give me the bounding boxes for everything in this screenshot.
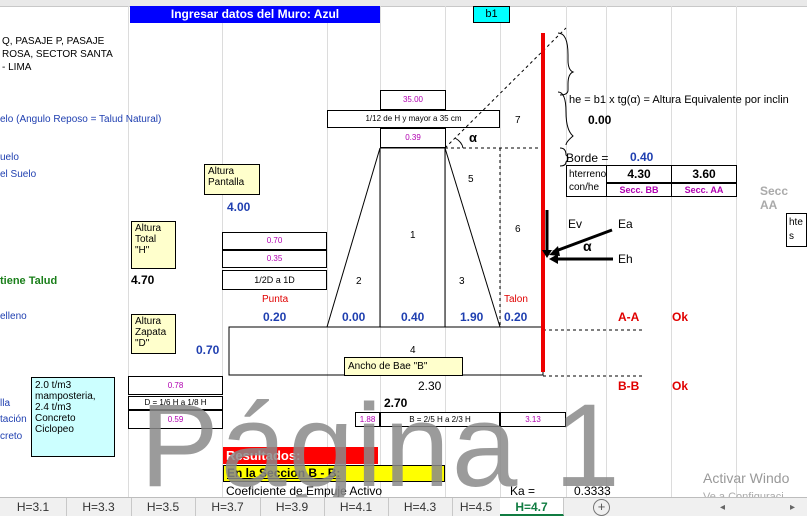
dim-p2[interactable]: 0.00	[342, 310, 365, 324]
tab-h31[interactable]: H=3.1	[0, 498, 67, 516]
tab-spacer	[564, 498, 594, 516]
tab-h45[interactable]: H=4.5	[452, 498, 501, 516]
note-ancho: Ancho de Bae "B"	[344, 357, 463, 376]
tab-h35[interactable]: H=3.5	[131, 498, 196, 516]
borde-value[interactable]: 0.40	[630, 150, 653, 164]
tab-h37[interactable]: H=3.7	[195, 498, 261, 516]
sheet-tabs: H=3.1 H=3.3 H=3.5 H=3.7 H=3.9 H=4.1 H=4.…	[0, 497, 807, 516]
s-label: s	[789, 231, 794, 242]
section-4: 4	[410, 345, 416, 356]
eh-label: Eh	[618, 252, 633, 266]
tab-h47[interactable]: H=4.7	[500, 498, 564, 516]
hte-label: hte	[789, 217, 803, 228]
he-value[interactable]: 0.00	[588, 113, 611, 127]
talon-label: Talon	[504, 294, 528, 305]
punta-label: Punta	[262, 294, 289, 305]
section-7: 7	[515, 115, 521, 126]
bb-value: 4.30	[606, 165, 672, 183]
ev-label: Ev	[568, 217, 583, 231]
borde-label: Borde =	[566, 151, 609, 165]
dim-talon[interactable]: 0.20	[504, 310, 527, 324]
add-sheet-icon[interactable]: +	[593, 499, 610, 516]
tab-h41[interactable]: H=4.1	[324, 498, 389, 516]
ok-bb: Ok	[672, 379, 689, 393]
secc-bb: Secc. BB	[606, 183, 672, 197]
hterreno-label: hterreno con/he	[566, 165, 607, 197]
tab-h39[interactable]: H=3.9	[260, 498, 325, 516]
alpha-symbol: α	[469, 130, 477, 145]
section-5: 5	[468, 174, 474, 185]
section-6: 6	[515, 224, 521, 235]
tab-h33[interactable]: H=3.3	[66, 498, 132, 516]
scroll-left-icon[interactable]: ◂	[720, 502, 725, 513]
ea-label: Ea	[618, 217, 633, 231]
section-2: 2	[356, 276, 362, 287]
dim-p3[interactable]: 0.40	[401, 310, 424, 324]
secc-aa-right: Secc AA	[760, 184, 789, 212]
hte-cell: hte s	[786, 213, 807, 247]
dim-p4[interactable]: 1.90	[460, 310, 483, 324]
he-formula: he = b1 x tg(α) = Altura Equivalente por…	[569, 94, 789, 106]
alpha2-symbol: α	[583, 238, 592, 254]
scroll-right-icon[interactable]: ▸	[790, 502, 795, 513]
dim-punta[interactable]: 0.20	[263, 310, 286, 324]
aa-value: 3.60	[671, 165, 737, 183]
secc-aa: Secc. AA	[671, 183, 737, 197]
page-watermark: Página 1	[140, 380, 622, 512]
activate-windows: Activar Windo	[703, 470, 790, 486]
section-3: 3	[459, 276, 465, 287]
aa-label: A-A	[618, 310, 640, 324]
ok-aa: Ok	[672, 310, 689, 324]
section-1: 1	[410, 230, 416, 241]
tab-h43[interactable]: H=4.3	[388, 498, 453, 516]
